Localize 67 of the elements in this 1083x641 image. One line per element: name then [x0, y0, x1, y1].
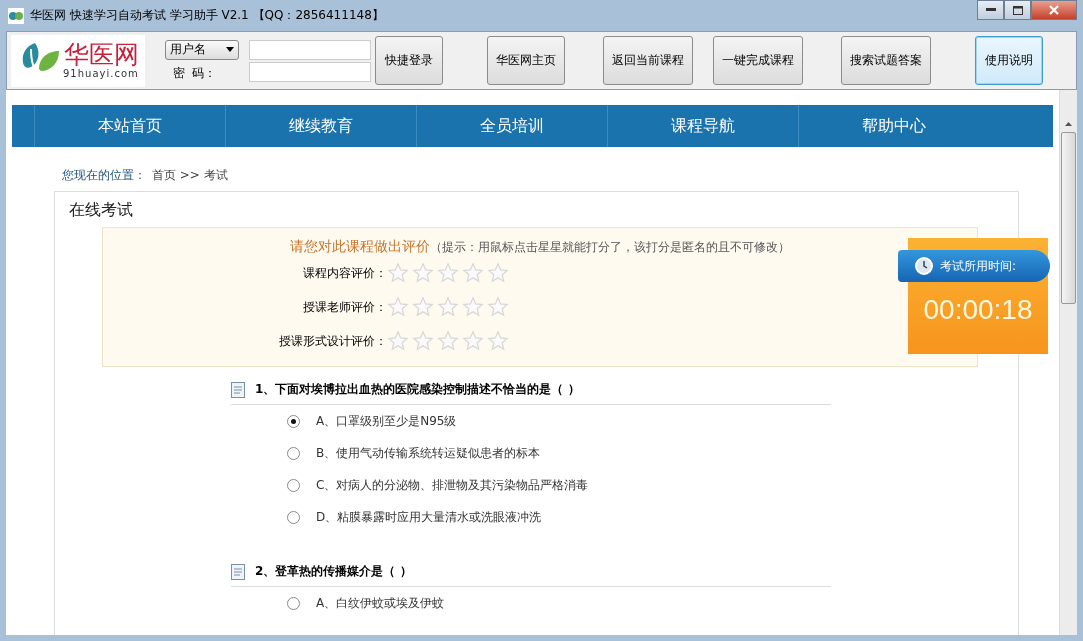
- password-field[interactable]: [248, 61, 371, 82]
- star-icon[interactable]: [437, 296, 459, 318]
- toolbar-button[interactable]: 华医网主页: [486, 36, 565, 85]
- alarm-clock-icon: [914, 256, 934, 276]
- question-text: 1、下面对埃博拉出血热的医院感染控制描述不恰当的是（ ）: [255, 381, 580, 398]
- toolbar-button[interactable]: 使用说明: [974, 36, 1043, 85]
- star-icon[interactable]: [412, 296, 434, 318]
- nav-link[interactable]: 本站首页: [34, 105, 225, 147]
- nav-link[interactable]: 全员培训: [416, 105, 607, 147]
- window-title: 华医网 快速学习自动考试 学习助手 V2.1 【QQ：2856411148】: [30, 7, 384, 24]
- maximize-icon: [1012, 5, 1023, 15]
- toolbar-button[interactable]: 快捷登录: [374, 36, 443, 85]
- nav-link[interactable]: 课程导航: [607, 105, 798, 147]
- rating-heading: 请您对此课程做出评价: [290, 238, 430, 254]
- caret-icon: [225, 47, 234, 52]
- star-icon[interactable]: [487, 296, 509, 318]
- star-rating[interactable]: [387, 296, 509, 318]
- star-icon[interactable]: [387, 330, 409, 352]
- star-icon[interactable]: [412, 262, 434, 284]
- timer-label: 考试所用时间:: [940, 257, 1017, 275]
- document-icon: [231, 381, 245, 398]
- question-text: 2、登革热的传播媒介是（ ）: [255, 563, 412, 580]
- star-rating[interactable]: [387, 330, 509, 352]
- star-icon[interactable]: [462, 262, 484, 284]
- nav-link[interactable]: 继续教育: [225, 105, 416, 147]
- star-icon[interactable]: [437, 262, 459, 284]
- breadcrumb-link[interactable]: 首页 >> 考试: [151, 168, 228, 182]
- nav-link[interactable]: 帮助中心: [798, 105, 989, 147]
- leaf-icon: [8, 7, 24, 24]
- close-icon: [1049, 5, 1059, 15]
- password-label: 密 码：: [171, 64, 218, 82]
- star-rating[interactable]: [387, 262, 509, 284]
- option-text: C、对病人的分泌物、排泄物及其污染物品严格消毒: [316, 476, 589, 494]
- document-icon: [231, 563, 245, 580]
- exam-title: 在线考试: [69, 200, 134, 221]
- minimize-button[interactable]: [977, 0, 1004, 20]
- scrollbar[interactable]: [1059, 90, 1077, 635]
- rating-label: 授课老师评价：: [302, 298, 387, 316]
- close-button[interactable]: [1031, 0, 1077, 20]
- minimize-icon: [985, 8, 996, 12]
- rating-label: 授课形式设计评价：: [278, 332, 387, 350]
- rating-hint: （提示：用鼠标点击星星就能打分了，该打分是匿名的且不可修改）: [430, 240, 790, 254]
- maximize-button[interactable]: [1004, 0, 1031, 20]
- elapsed-time: 00:00:18: [922, 294, 1034, 326]
- star-icon[interactable]: [412, 330, 434, 352]
- star-icon[interactable]: [437, 330, 459, 352]
- logo-url: 91huayi.com: [63, 69, 139, 79]
- option-text: A、口罩级别至少是N95级: [316, 412, 457, 430]
- star-icon[interactable]: [387, 296, 409, 318]
- star-icon[interactable]: [487, 330, 509, 352]
- scroll-up-icon[interactable]: [1065, 122, 1072, 126]
- toolbar-button[interactable]: 搜索试题答案: [840, 36, 931, 85]
- account-type-dropdown[interactable]: 用户名: [164, 39, 239, 60]
- option-text: D、粘膜暴露时应用大量清水或洗眼液冲洗: [316, 508, 542, 526]
- option-text: A、白纹伊蚊或埃及伊蚊: [316, 594, 445, 612]
- star-icon[interactable]: [387, 262, 409, 284]
- rating-label: 课程内容评价：: [302, 264, 387, 282]
- star-icon[interactable]: [487, 262, 509, 284]
- logo-name: 华医网: [63, 42, 139, 67]
- star-icon[interactable]: [462, 330, 484, 352]
- toolbar-button[interactable]: 返回当前课程: [602, 36, 693, 85]
- scroll-thumb[interactable]: [1061, 132, 1076, 304]
- option-text: B、使用气动传输系统转运疑似患者的标本: [316, 444, 541, 462]
- breadcrumb-label: 您现在的位置：: [62, 168, 146, 182]
- toolbar-button[interactable]: 一键完成课程: [712, 36, 803, 85]
- star-icon[interactable]: [462, 296, 484, 318]
- username-field[interactable]: [248, 39, 371, 60]
